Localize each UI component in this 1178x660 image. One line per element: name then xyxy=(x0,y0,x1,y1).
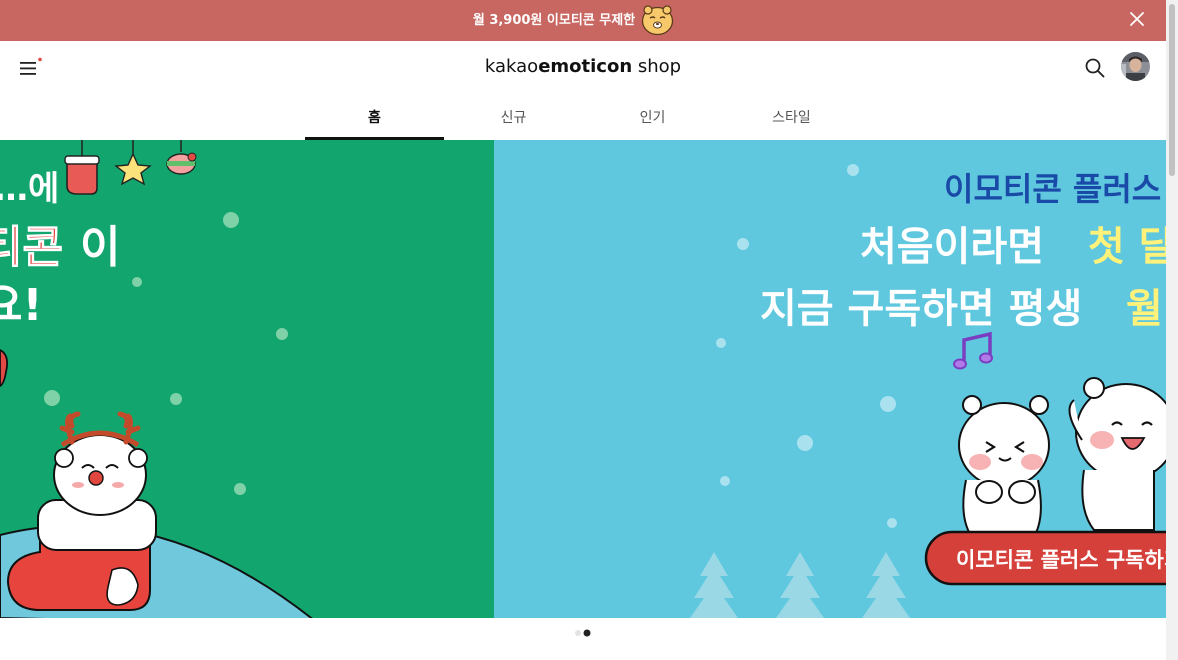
tab-home[interactable]: 홈 xyxy=(305,94,444,140)
brand-prefix: kakao xyxy=(484,56,539,77)
blue-line2-white: 처음이라면 xyxy=(860,224,1044,270)
carousel-pagination xyxy=(575,629,591,637)
tab-style[interactable]: 스타일 xyxy=(722,94,861,140)
pagination-dot-1[interactable] xyxy=(575,630,581,636)
banner-slide-emoticon-plus[interactable]: 이모티콘 플러스 처음이라면 첫 달 지금 구독하면 평생 월 이모티콘 플러스… xyxy=(494,140,1166,618)
subscribe-cta-button[interactable]: 이모티콘 플러스 구독하기 xyxy=(924,530,1166,586)
category-tabs: 홈 신규 인기 스타일 xyxy=(305,94,861,140)
green-line2-red: 티콘 xyxy=(0,222,63,273)
bear-face-icon xyxy=(641,5,674,36)
tab-new-label: 신규 xyxy=(500,110,527,126)
promo-label: 월 3,900원 이모티콘 무제한 xyxy=(472,13,636,28)
christmas-banner-art: …에 티콘 이 요! xyxy=(0,140,313,618)
blue-title: 이모티콘 플러스 xyxy=(944,170,1161,208)
subscribe-cta-label: 이모티콘 플러스 구독하기 xyxy=(956,548,1166,572)
banner-carousel[interactable]: …에 티콘 이 요! 이모티콘 플러스 처음이라면 첫 달 지금 구독하면 평생… xyxy=(0,140,1166,618)
search-icon[interactable] xyxy=(1084,57,1106,79)
tab-style-label: 스타일 xyxy=(772,110,811,126)
tab-home-label: 홈 xyxy=(368,110,381,126)
green-line1: …에 xyxy=(0,169,59,209)
brand-bold: emoticon xyxy=(538,56,633,77)
brand-suffix: shop xyxy=(632,56,682,77)
emoticon-plus-banner-art: 이모티콘 플러스 처음이라면 첫 달 지금 구독하면 평생 월 이모티콘 플러스… xyxy=(690,164,1166,618)
blue-line2-yellow: 첫 달 xyxy=(1088,224,1166,270)
pagination-dot-2[interactable] xyxy=(583,629,591,637)
close-icon[interactable] xyxy=(1128,10,1146,28)
blue-line3-yellow: 월 xyxy=(1126,286,1163,332)
scrollbar-thumb[interactable] xyxy=(1169,4,1175,176)
tab-popular-label: 인기 xyxy=(639,110,666,126)
avatar[interactable] xyxy=(1121,52,1150,81)
tab-popular[interactable]: 인기 xyxy=(583,94,722,140)
music-note-icon xyxy=(953,331,993,370)
green-line2-white: 이 xyxy=(80,222,120,273)
tab-new[interactable]: 신규 xyxy=(444,94,583,140)
promo-banner[interactable]: 월 3,900원 이모티콘 무제한 xyxy=(0,0,1166,41)
banner-slide-christmas[interactable]: …에 티콘 이 요! xyxy=(0,140,494,618)
page-scrollbar[interactable] xyxy=(1166,0,1178,660)
blue-line3-white: 지금 구독하면 평생 xyxy=(760,286,1082,332)
green-line3: 요! xyxy=(0,280,43,331)
promo-text: 월 3,900원 이모티콘 무제한 xyxy=(0,9,1154,28)
header: kakaoemoticon shop xyxy=(0,41,1166,94)
brand-logo[interactable]: kakaoemoticon shop xyxy=(0,56,1166,77)
page: 월 3,900원 이모티콘 무제한 kakaoemoticon shop 홈 신… xyxy=(0,0,1178,660)
